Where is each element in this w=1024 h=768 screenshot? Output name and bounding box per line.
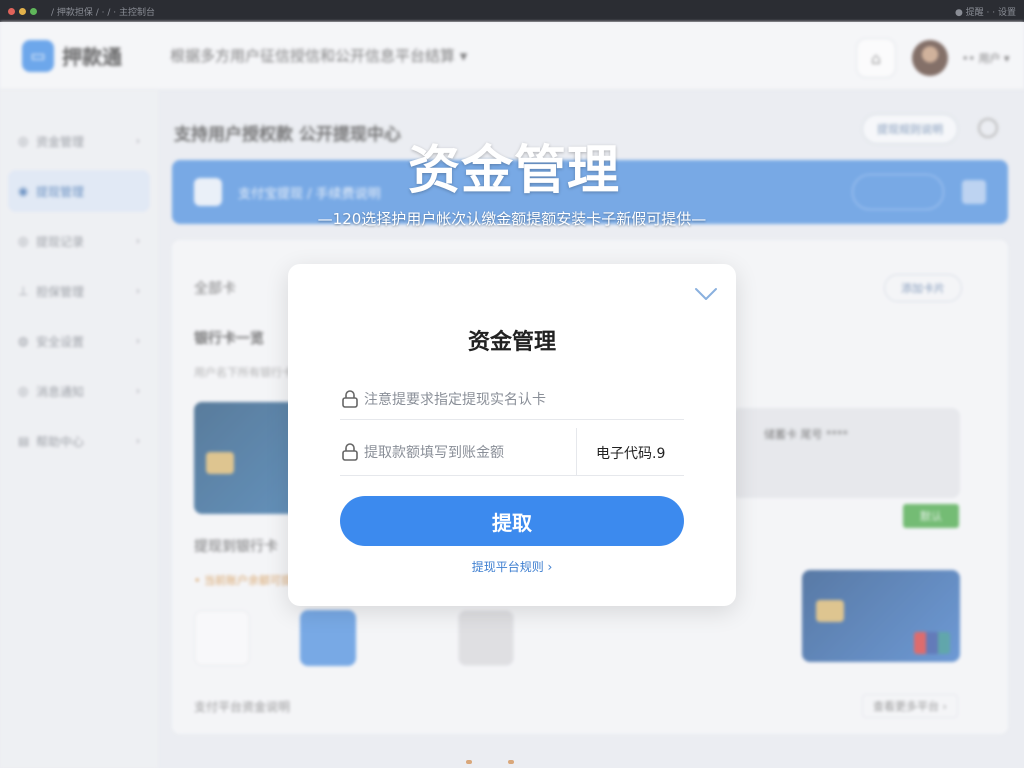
minimize-window-icon[interactable] <box>19 7 26 15</box>
close-window-icon[interactable] <box>8 7 15 15</box>
bank-card-field[interactable]: 注意提要求指定提现实名认卡 <box>340 378 684 420</box>
bank-card-placeholder: 注意提要求指定提现实名认卡 <box>364 391 546 408</box>
modal-title: 资金管理 <box>467 330 556 355</box>
get-code-button[interactable]: 电子代码.9 <box>596 443 665 463</box>
window-titlebar: / 押款担保 / · / · 主控制台 ● 提醒 · · 设置 <box>0 0 1024 22</box>
chevron-down-icon[interactable] <box>694 286 718 302</box>
page-indicator-dot <box>508 760 514 764</box>
maximize-window-icon[interactable] <box>30 7 37 15</box>
lock-icon <box>342 442 358 461</box>
hero-subtitle: —120选择护用户帐次认缴金额提额安装卡子新假可提供— <box>317 210 707 228</box>
hero-title: 资金管理 <box>407 141 620 201</box>
amount-field[interactable]: 提取款额填写到账金额 电子代码.9 <box>340 428 684 476</box>
withdraw-modal: 资金管理 注意提要求指定提现实名认卡 提取款额填写到账金额 电子代码.9 提取 … <box>288 264 736 606</box>
platform-rules-link[interactable]: 提现平台规则 › <box>288 558 736 575</box>
titlebar-status: ● 提醒 · · 设置 <box>954 7 1016 18</box>
amount-placeholder: 提取款额填写到账金额 <box>364 444 504 461</box>
titlebar-text: / 押款担保 / · / · 主控制台 <box>51 7 155 18</box>
lock-icon <box>342 389 358 408</box>
withdraw-button[interactable]: 提取 <box>340 496 684 546</box>
page-indicator-dot <box>466 760 472 764</box>
field-divider <box>576 428 577 476</box>
